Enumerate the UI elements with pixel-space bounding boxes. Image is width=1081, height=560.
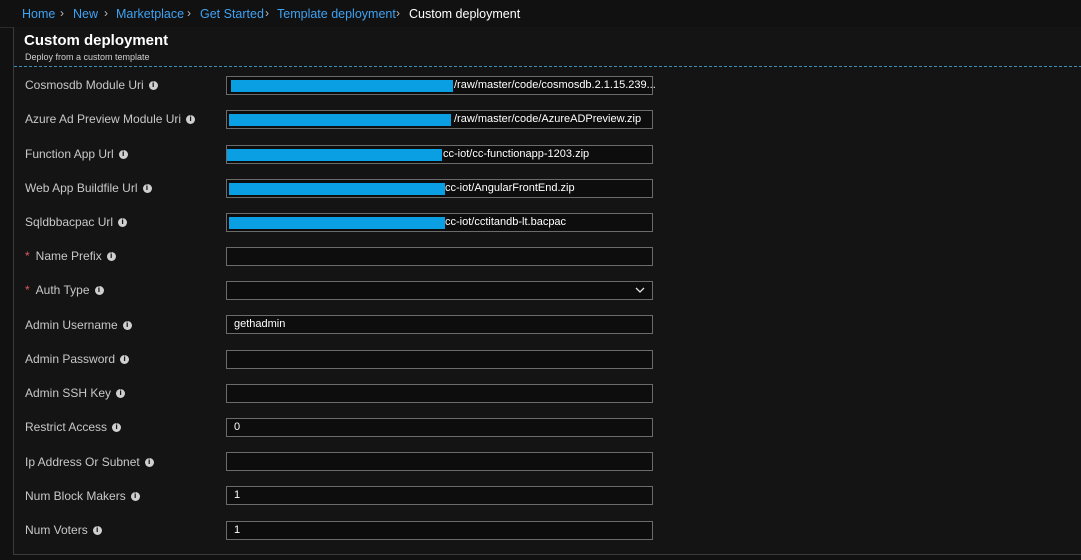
page-title: Custom deployment bbox=[24, 32, 169, 49]
breadcrumb-new[interactable]: New bbox=[73, 7, 98, 21]
auth-type-dropdown[interactable] bbox=[226, 281, 653, 300]
admin-password-input[interactable] bbox=[226, 350, 653, 369]
field-value: 1 bbox=[234, 489, 241, 501]
field-label-azure-ad-preview-module-uri: Azure Ad Preview Module Uri i bbox=[25, 112, 196, 126]
azure-ad-preview-module-uri-input[interactable]: /raw/master/code/AzureADPreview.zip bbox=[226, 110, 653, 129]
breadcrumb-custom-deployment: Custom deployment bbox=[409, 7, 521, 21]
field-value: cc-iot/AngularFrontEnd.zip bbox=[445, 182, 575, 194]
field-label-restrict-access: Restrict Access i bbox=[25, 420, 122, 434]
field-label-admin-password: Admin Password i bbox=[25, 352, 130, 366]
field-value: gethadmin bbox=[234, 318, 286, 330]
field-value: cc-iot/cctitandb-lt.bacpac bbox=[445, 216, 567, 228]
admin-username-input[interactable]: gethadmin bbox=[226, 315, 653, 334]
field-value: 0 bbox=[234, 421, 241, 433]
redaction-bar bbox=[229, 217, 445, 229]
field-label-cosmosdb-module-uri: Cosmosdb Module Uri i bbox=[25, 78, 158, 92]
info-icon[interactable]: i bbox=[106, 251, 116, 261]
chevron-right-icon: › bbox=[187, 6, 191, 20]
info-icon[interactable]: i bbox=[112, 422, 122, 432]
field-value: /raw/master/code/AzureADPreview.zip bbox=[454, 113, 642, 125]
info-icon[interactable]: i bbox=[92, 525, 102, 535]
chevron-right-icon: › bbox=[104, 6, 108, 20]
panel-header: Custom deployment Deploy from a custom t… bbox=[14, 27, 1081, 67]
web-app-buildfile-url-input[interactable]: cc-iot/AngularFrontEnd.zip bbox=[226, 179, 653, 198]
field-label-num-block-makers: Num Block Makers i bbox=[25, 489, 140, 503]
breadcrumb: Home › New › Marketplace › Get Started ›… bbox=[0, 0, 1081, 28]
required-asterisk: * bbox=[25, 249, 30, 263]
required-asterisk: * bbox=[25, 283, 30, 297]
chevron-right-icon: › bbox=[60, 6, 64, 20]
info-icon[interactable]: i bbox=[144, 457, 154, 467]
field-value: cc-iot/cc-functionapp-1203.zip bbox=[443, 148, 590, 160]
field-label-auth-type: * Auth Type i bbox=[25, 283, 104, 297]
admin-ssh-key-input[interactable] bbox=[226, 384, 653, 403]
breadcrumb-template-deployment[interactable]: Template deployment bbox=[277, 7, 396, 21]
field-value: 1 bbox=[234, 524, 241, 536]
breadcrumb-get-started[interactable]: Get Started bbox=[200, 7, 264, 21]
cosmosdb-module-uri-input[interactable]: /raw/master/code/cosmosdb.2.1.15.239... bbox=[226, 76, 656, 95]
info-icon[interactable]: i bbox=[142, 183, 152, 193]
info-icon[interactable]: i bbox=[94, 285, 104, 295]
redaction-bar bbox=[229, 114, 451, 126]
field-label-num-voters: Num Voters i bbox=[25, 523, 102, 537]
field-label-admin-ssh-key: Admin SSH Key i bbox=[25, 386, 126, 400]
chevron-down-icon bbox=[635, 287, 645, 293]
chevron-right-icon: › bbox=[265, 6, 269, 20]
info-icon[interactable]: i bbox=[122, 320, 132, 330]
info-icon[interactable]: i bbox=[130, 491, 140, 501]
info-icon[interactable]: i bbox=[118, 149, 128, 159]
page-subtitle: Deploy from a custom template bbox=[25, 52, 150, 62]
info-icon[interactable]: i bbox=[120, 354, 130, 364]
info-icon[interactable]: i bbox=[148, 80, 158, 90]
chevron-right-icon: › bbox=[396, 6, 400, 20]
function-app-url-input[interactable]: cc-iot/cc-functionapp-1203.zip bbox=[226, 145, 653, 164]
num-block-makers-input[interactable]: 1 bbox=[226, 486, 653, 505]
field-label-sqldbbacpac-url: Sqldbbacpac Url i bbox=[25, 215, 128, 229]
redaction-bar bbox=[227, 149, 442, 161]
sqldbbacpac-url-input[interactable]: cc-iot/cctitandb-lt.bacpac bbox=[226, 213, 653, 232]
field-label-function-app-url: Function App Url i bbox=[25, 147, 128, 161]
panel-bottom-divider bbox=[13, 554, 1081, 555]
field-label-admin-username: Admin Username i bbox=[25, 318, 132, 332]
field-label-name-prefix: * Name Prefix i bbox=[25, 249, 116, 263]
ip-address-or-subnet-input[interactable] bbox=[226, 452, 653, 471]
info-icon[interactable]: i bbox=[118, 217, 128, 227]
field-label-web-app-buildfile-url: Web App Buildfile Url i bbox=[25, 181, 152, 195]
field-value: /raw/master/code/cosmosdb.2.1.15.239... bbox=[454, 79, 656, 91]
deployment-panel: Custom deployment Deploy from a custom t… bbox=[13, 27, 1081, 554]
breadcrumb-home[interactable]: Home bbox=[22, 7, 55, 21]
info-icon[interactable]: i bbox=[116, 388, 126, 398]
field-label-ip-address-or-subnet: Ip Address Or Subnet i bbox=[25, 455, 154, 469]
redaction-bar bbox=[229, 183, 445, 195]
info-icon[interactable]: i bbox=[186, 114, 196, 124]
restrict-access-input[interactable]: 0 bbox=[226, 418, 653, 437]
redaction-bar bbox=[231, 80, 453, 92]
name-prefix-input[interactable] bbox=[226, 247, 653, 266]
breadcrumb-marketplace[interactable]: Marketplace bbox=[116, 7, 184, 21]
num-voters-input[interactable]: 1 bbox=[226, 521, 653, 540]
